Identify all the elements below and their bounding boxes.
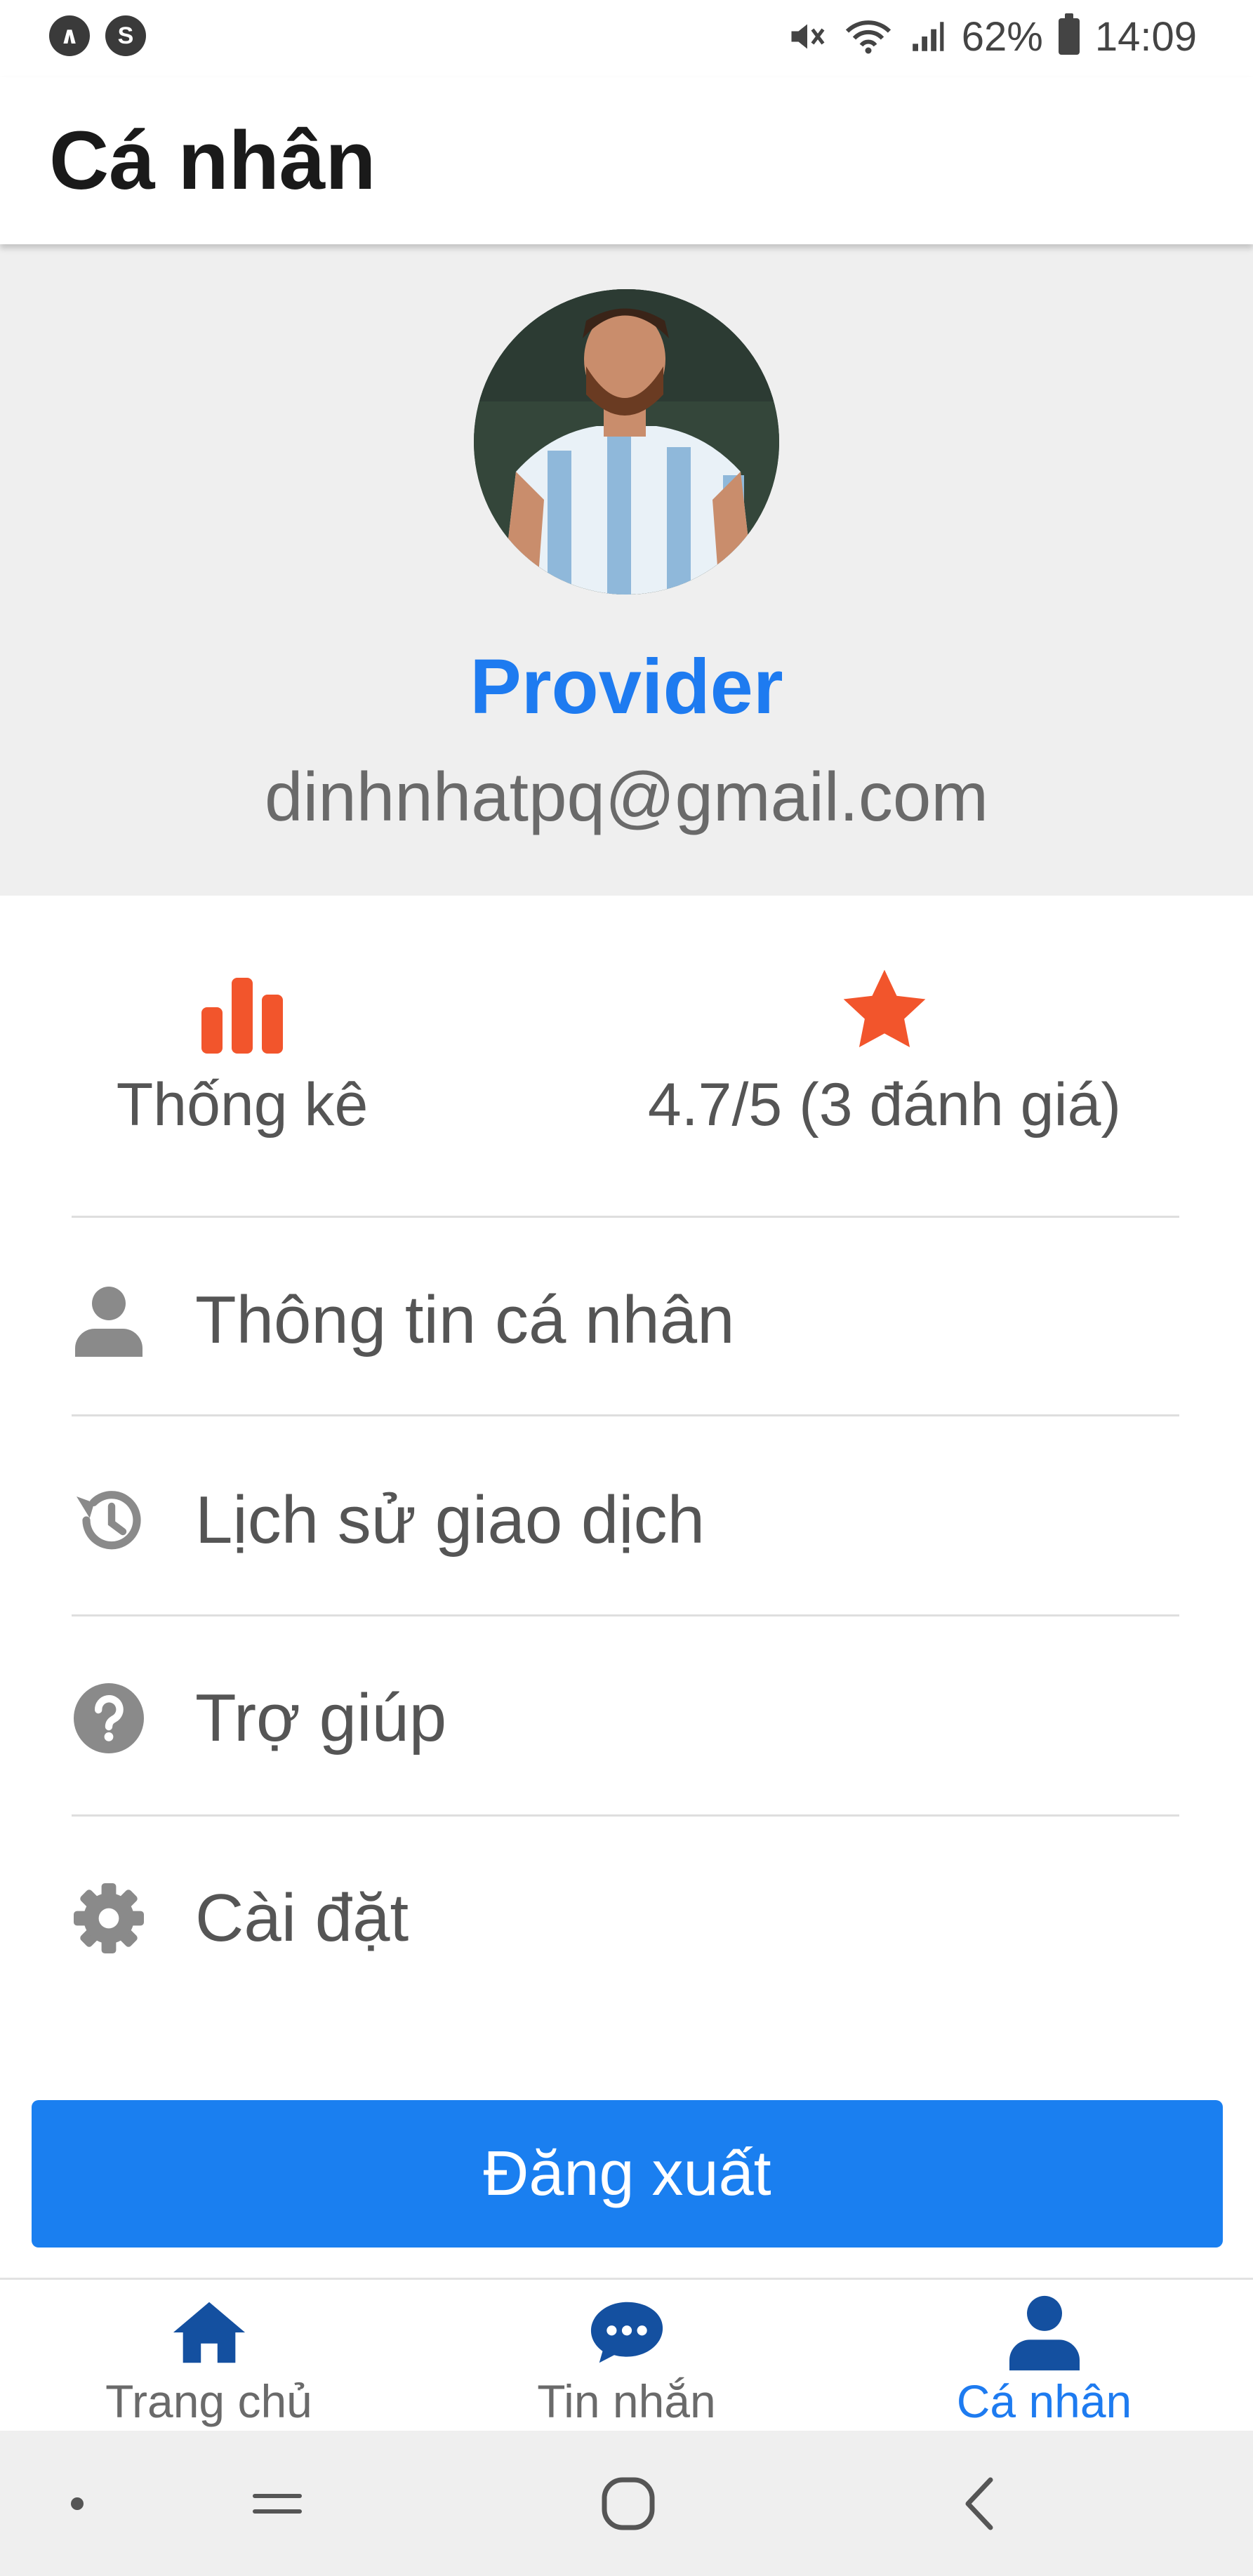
status-time: 14:09 bbox=[1094, 13, 1197, 60]
user-icon bbox=[1009, 2294, 1080, 2371]
menu-item-help[interactable]: Trợ giúp bbox=[70, 1619, 1183, 1817]
divider bbox=[72, 1216, 1179, 1218]
star-icon bbox=[597, 966, 1172, 1054]
menu-item-personal-info[interactable]: Thông tin cá nhân bbox=[70, 1221, 1183, 1419]
statistics-button[interactable]: Thống kê bbox=[84, 966, 400, 1135]
nav-label-profile: Cá nhân bbox=[956, 2375, 1132, 2427]
divider bbox=[72, 1814, 1179, 1817]
chat-icon bbox=[588, 2294, 665, 2371]
menu-label-transaction-history: Lịch sử giao dịch bbox=[195, 1482, 705, 1558]
gear-icon bbox=[70, 1880, 147, 1957]
rating-button[interactable]: 4.7/5 (3 đánh giá) bbox=[597, 966, 1172, 1135]
logout-button[interactable]: Đăng xuất bbox=[32, 2100, 1223, 2248]
recent-apps-icon[interactable] bbox=[235, 2431, 319, 2576]
mute-icon bbox=[786, 18, 828, 55]
profile-email: dinhnhatpq@gmail.com bbox=[264, 758, 989, 835]
menu-item-transaction-history[interactable]: Lịch sử giao dịch bbox=[70, 1421, 1183, 1619]
nav-item-home[interactable]: Trang chủ bbox=[0, 2280, 418, 2433]
status-right: 62% 14:09 bbox=[786, 8, 1197, 65]
app-s-icon: S bbox=[105, 15, 146, 56]
system-nav-bar bbox=[0, 2431, 1253, 2576]
statistics-label: Thống kê bbox=[116, 1071, 369, 1138]
avatar[interactable] bbox=[474, 289, 779, 595]
battery-percent: 62% bbox=[961, 13, 1043, 60]
back-icon[interactable] bbox=[941, 2431, 1018, 2576]
divider bbox=[72, 1414, 1179, 1416]
bottom-nav: Trang chủ Tin nhắn Cá nhân bbox=[0, 2278, 1253, 2433]
menu-label-personal-info: Thông tin cá nhân bbox=[195, 1282, 735, 1357]
menu-label-help: Trợ giúp bbox=[195, 1680, 447, 1755]
signal-icon bbox=[908, 18, 946, 55]
nav-item-profile[interactable]: Cá nhân bbox=[835, 2280, 1253, 2433]
menu-label-settings: Cài đặt bbox=[195, 1880, 409, 1956]
nav-label-messages: Tin nhắn bbox=[537, 2375, 716, 2427]
app-a-icon: ∧ bbox=[49, 15, 90, 56]
battery-icon bbox=[1058, 13, 1080, 55]
profile-section: Provider dinhnhatpq@gmail.com bbox=[0, 244, 1253, 896]
menu-item-settings[interactable]: Cài đặt bbox=[70, 1819, 1183, 2017]
status-bar: ∧ S 62% 14:09 bbox=[0, 0, 1253, 77]
nav-item-messages[interactable]: Tin nhắn bbox=[418, 2280, 835, 2433]
user-icon bbox=[70, 1282, 147, 1359]
divider bbox=[72, 1614, 1179, 1616]
bar-chart-icon bbox=[84, 966, 400, 1054]
history-icon bbox=[70, 1482, 147, 1559]
avatar-image bbox=[474, 289, 779, 595]
nav-label-home: Trang chủ bbox=[105, 2375, 312, 2427]
wifi-icon bbox=[844, 18, 893, 55]
profile-name: Provider bbox=[470, 644, 783, 730]
home-icon bbox=[171, 2294, 248, 2371]
rating-label: 4.7/5 (3 đánh giá) bbox=[647, 1071, 1122, 1138]
help-icon bbox=[70, 1680, 147, 1757]
page-title: Cá nhân bbox=[49, 114, 376, 207]
app-header: Cá nhân bbox=[0, 77, 1253, 244]
nav-dot-icon[interactable] bbox=[42, 2431, 112, 2576]
home-system-icon[interactable] bbox=[583, 2431, 674, 2576]
